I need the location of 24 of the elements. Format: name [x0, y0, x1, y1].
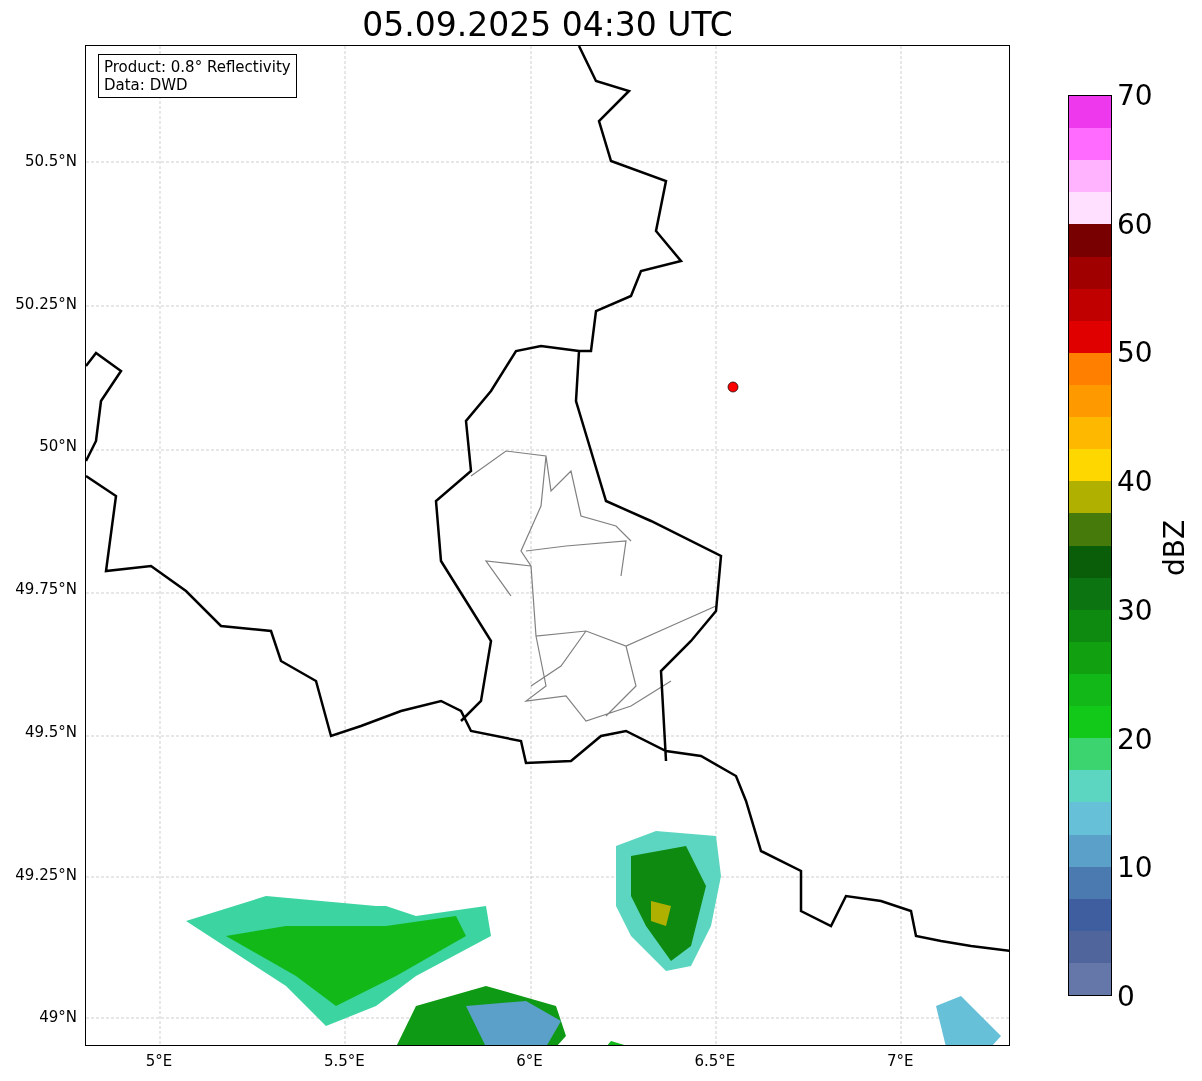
scale-label: 20: [1117, 722, 1153, 756]
longitude-label: 6°E: [516, 1052, 543, 1070]
unit-label: dBZ: [1157, 519, 1191, 577]
info-text: Product: 0.8° Reflectivity: [104, 58, 291, 76]
latitude-label: 50°N: [39, 437, 77, 456]
latitude-label: 49.5°N: [24, 722, 77, 741]
scale-label: 50: [1117, 335, 1153, 369]
longitude-label: 5.5°E: [323, 1052, 365, 1070]
info-text: Data: DWD: [104, 76, 189, 94]
latitude-label: 49.25°N: [15, 865, 77, 884]
longitude-label: 5°E: [145, 1052, 173, 1070]
latitude-label: 50.25°N: [15, 294, 77, 313]
chart-title: 05.09.2025 04:30 UTC: [361, 5, 734, 45]
latitude-label: 50.5°N: [24, 152, 77, 170]
scale-label: 70: [1117, 78, 1153, 112]
scale-label: 10: [1117, 850, 1153, 884]
longitude-label: 6.5°E: [694, 1052, 736, 1070]
scale-label: 60: [1117, 207, 1153, 241]
latitude-label: 49.75°N: [15, 580, 77, 599]
latitude-label: 49°N: [39, 1008, 77, 1027]
longitude-label: 7°E: [886, 1052, 914, 1070]
scale-label: 30: [1117, 593, 1153, 627]
scale-label: 0: [1117, 979, 1135, 1013]
scale-label: 40: [1117, 464, 1153, 498]
